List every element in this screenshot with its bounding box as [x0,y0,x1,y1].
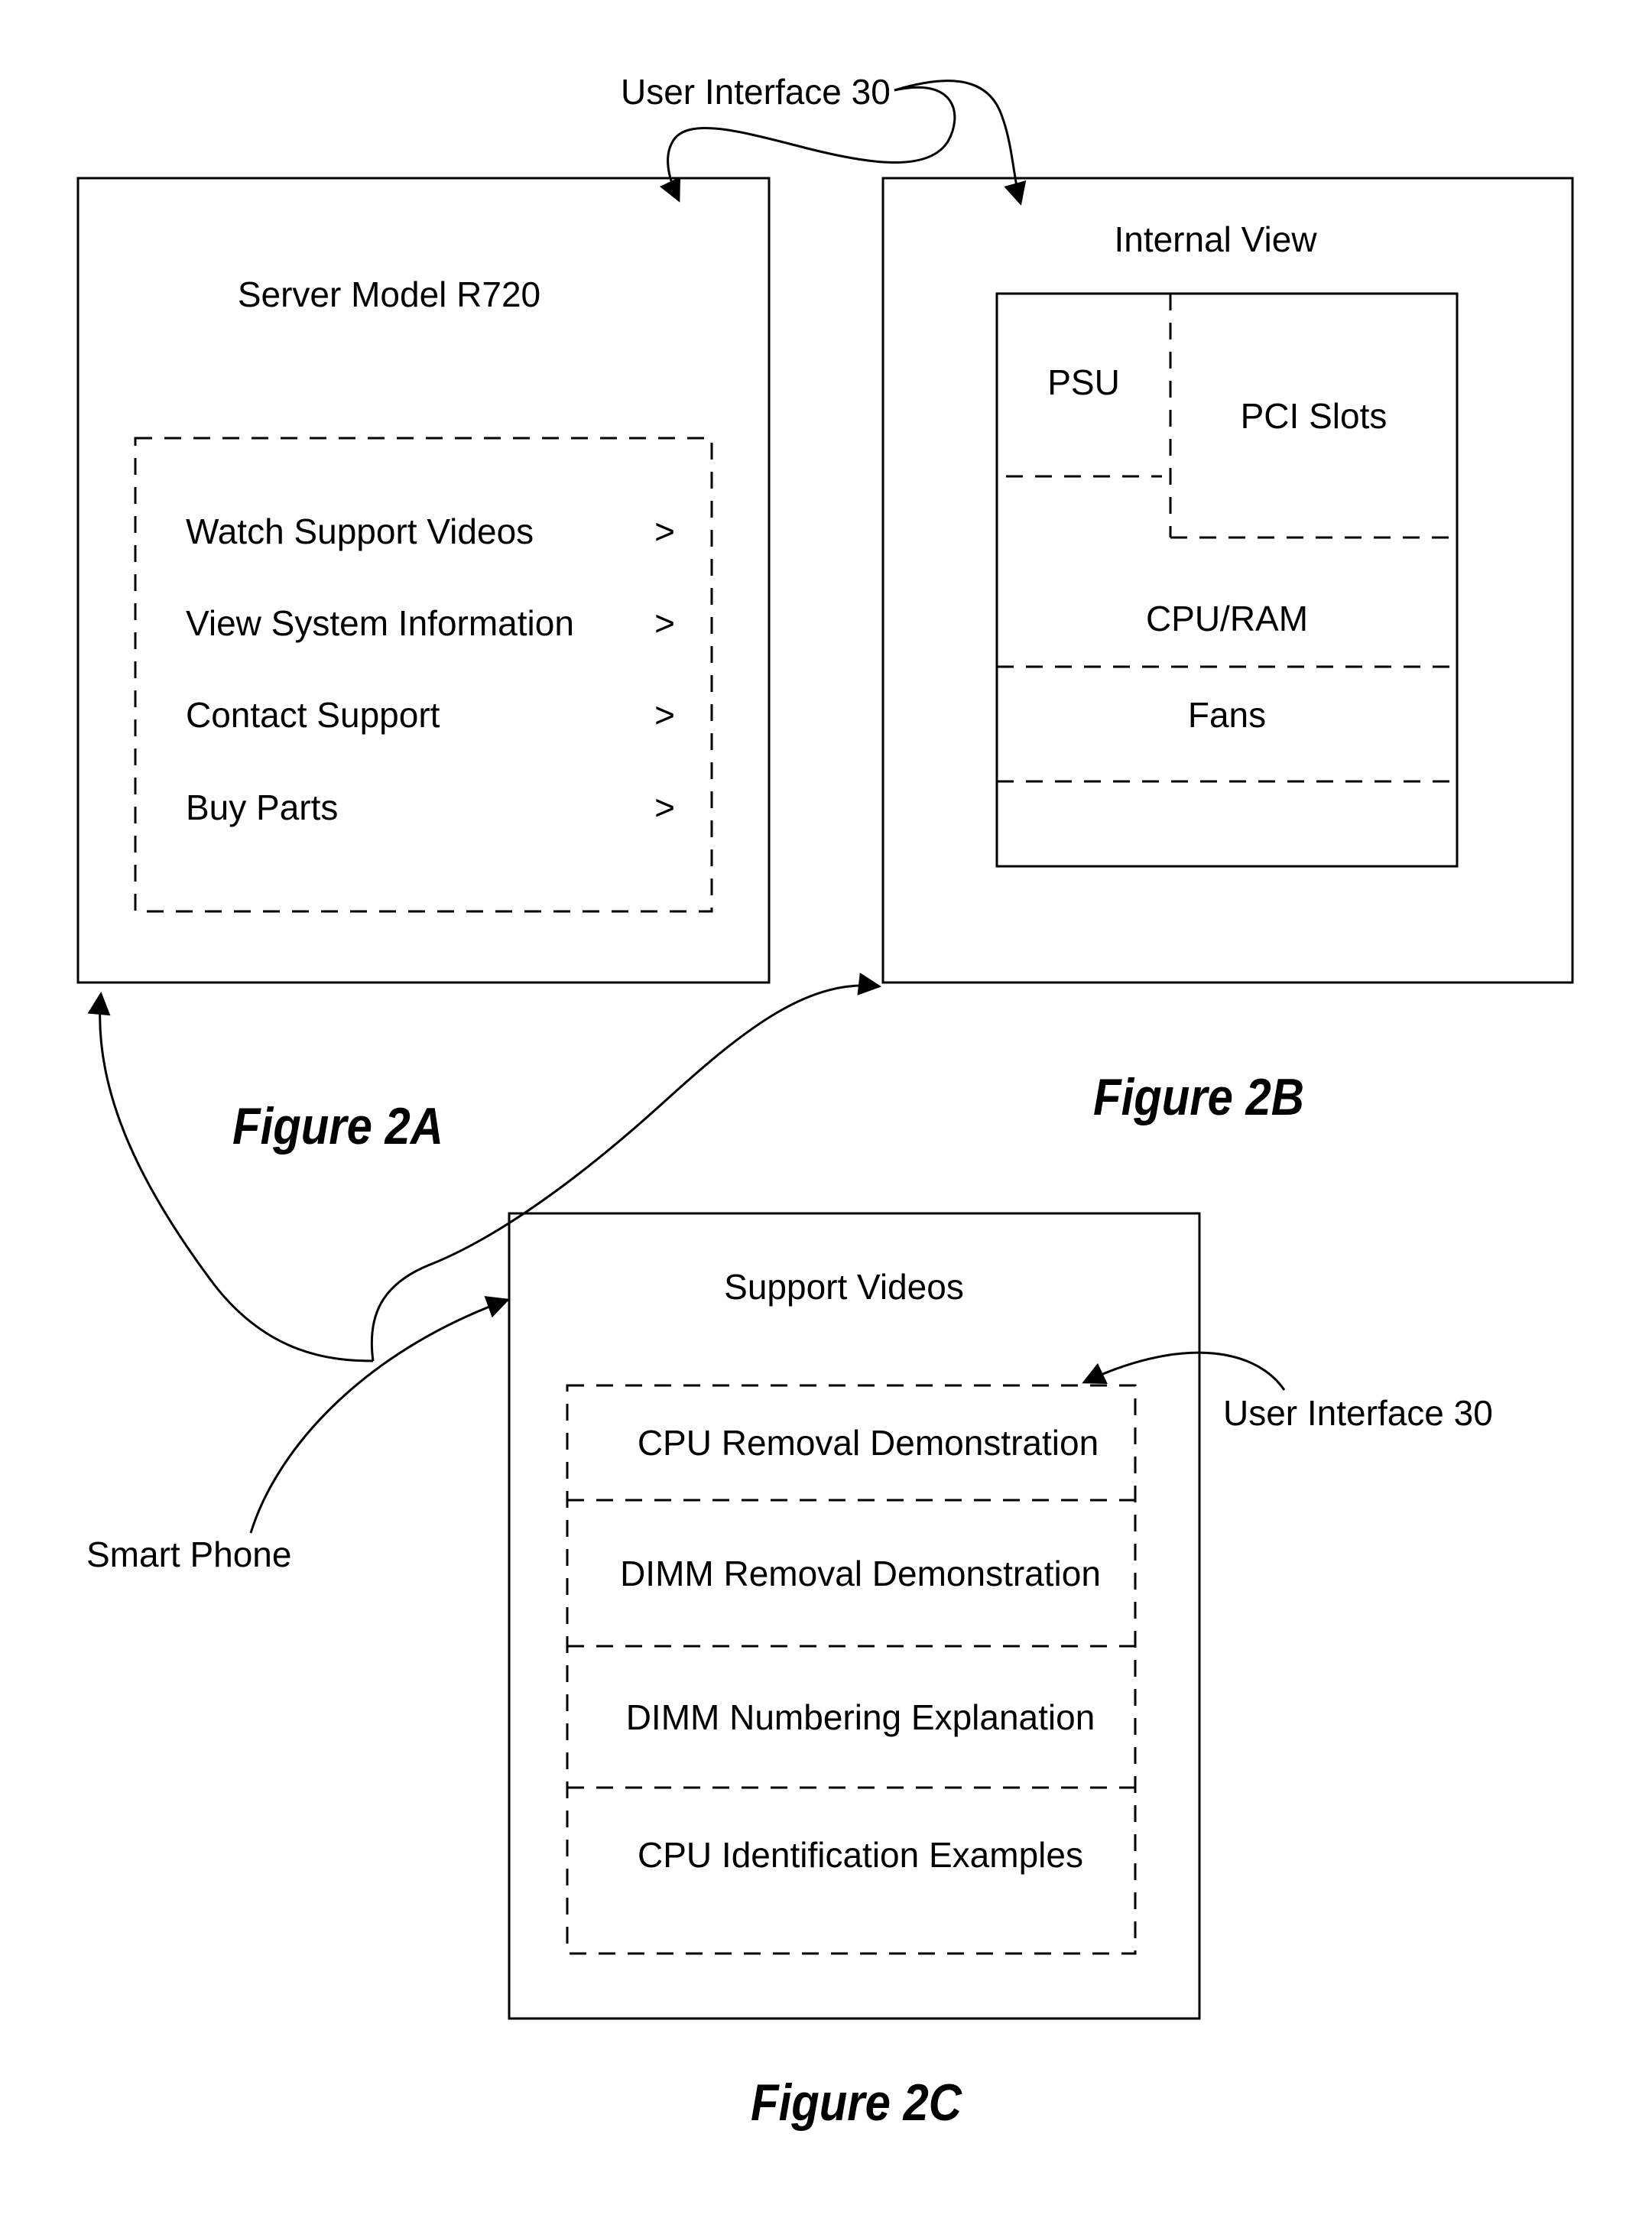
video-item-label: CPU Identification Examples [638,1834,1083,1875]
video-item-cpu-identification[interactable]: CPU Identification Examples [567,1788,1135,1921]
menu-item-label: Watch Support Videos [186,512,534,551]
chevron-right-icon: > [654,788,675,827]
video-item-dimm-removal[interactable]: DIMM Removal Demonstration [567,1500,1135,1646]
video-item-dimm-numbering[interactable]: DIMM Numbering Explanation [567,1646,1135,1788]
region-pci-slots[interactable]: PCI Slots [1170,294,1457,538]
figure-2b-title: Internal View [1114,219,1317,259]
ui-callout-arrow-2b [894,80,1027,206]
menu-item-contact-support[interactable]: Contact Support > [186,692,675,738]
chevron-right-icon: > [654,695,675,735]
phone-to-2c-arrow [249,1296,510,1534]
video-item-cpu-removal[interactable]: CPU Removal Demonstration [567,1385,1135,1500]
menu-item-view-system-information[interactable]: View System Information > [186,600,675,646]
region-psu[interactable]: PSU [997,294,1170,476]
figure-2b-caption: Figure 2B [1093,1068,1304,1126]
region-fans[interactable]: Fans [997,667,1457,763]
figure-2a-caption: Figure 2A [232,1097,443,1155]
region-pci-label: PCI Slots [1240,395,1387,436]
video-item-label: DIMM Numbering Explanation [625,1697,1095,1737]
figure-2c-caption: Figure 2C [751,2074,962,2132]
smart-phone-label: Smart Phone [86,1535,292,1574]
region-psu-label: PSU [1047,362,1120,402]
user-interface-callout-top: User Interface 30 [621,72,891,112]
user-interface-callout-right: User Interface 30 [1223,1393,1493,1433]
region-cpu-ram-label: CPU/RAM [1145,598,1309,638]
region-fans-label: Fans [1187,695,1267,735]
figure-2c-title: Support Videos [724,1267,964,1307]
figure-2a-title: Server Model R720 [237,274,541,314]
ui-callout-arrow-2c [1082,1351,1286,1391]
region-cpu-ram[interactable]: CPU/RAM [997,570,1457,667]
video-item-label: DIMM Removal Demonstration [620,1553,1101,1593]
chevron-right-icon: > [654,603,675,643]
phone-to-2a-arrow [87,992,374,1362]
menu-item-label: View System Information [186,603,574,643]
menu-item-label: Contact Support [186,695,440,735]
menu-item-buy-parts[interactable]: Buy Parts > [186,784,675,830]
menu-item-label: Buy Parts [186,788,339,827]
chevron-right-icon: > [654,512,675,551]
menu-item-watch-support-videos[interactable]: Watch Support Videos > [186,508,675,554]
video-item-label: CPU Removal Demonstration [637,1423,1099,1463]
region-unlabeled[interactable] [997,781,1457,866]
